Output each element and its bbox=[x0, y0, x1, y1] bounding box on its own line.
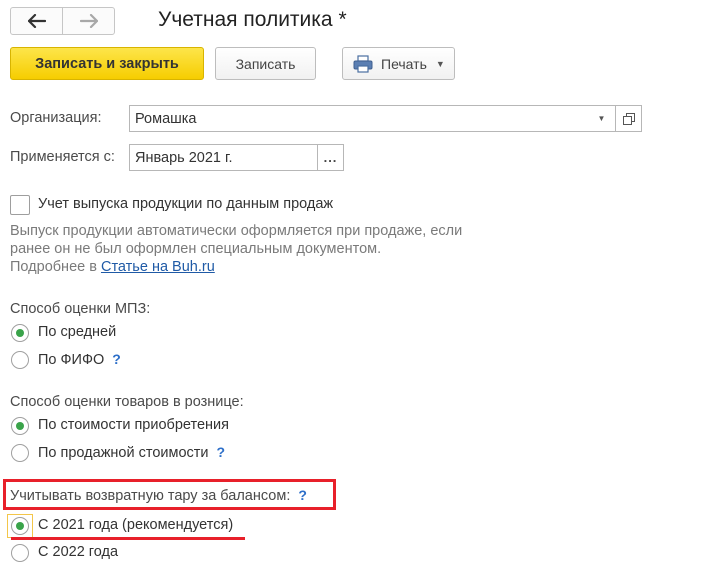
organization-open-button[interactable] bbox=[615, 105, 642, 132]
production-output-note-line2: ранее он не был оформлен специальным док… bbox=[10, 241, 382, 257]
annotation-underline bbox=[11, 537, 245, 540]
more-prefix: Подробнее в bbox=[10, 259, 101, 275]
production-output-note-more: Подробнее в Статье на Buh.ru bbox=[10, 259, 215, 275]
print-button-label: Печать bbox=[381, 55, 427, 72]
print-button[interactable]: Печать ▼ bbox=[342, 47, 455, 80]
inventory-valuation-label: Способ оценки МПЗ: bbox=[10, 301, 151, 317]
radio-fifo[interactable] bbox=[11, 351, 29, 369]
help-icon[interactable]: ? bbox=[112, 351, 121, 367]
radio-sale-price-label[interactable]: По продажной стоимости bbox=[38, 445, 209, 461]
radio-purchase-cost[interactable] bbox=[11, 417, 29, 435]
printer-icon bbox=[353, 54, 373, 73]
production-output-label[interactable]: Учет выпуска продукции по данным продаж bbox=[38, 196, 333, 212]
organization-input[interactable]: Ромашка bbox=[129, 105, 589, 132]
radio-from-2021[interactable] bbox=[11, 517, 29, 535]
applies-from-label: Применяется с: bbox=[10, 149, 115, 165]
history-nav bbox=[10, 7, 115, 35]
radio-purchase-cost-label[interactable]: По стоимости приобретения bbox=[38, 417, 229, 433]
chevron-down-icon: ▼ bbox=[597, 114, 606, 123]
returnable-packaging-label: Учитывать возвратную тару за балансом: bbox=[10, 488, 291, 504]
production-output-checkbox[interactable] bbox=[10, 195, 30, 215]
production-output-note-line1: Выпуск продукции автоматически оформляет… bbox=[10, 223, 463, 239]
chevron-down-icon: ▼ bbox=[435, 58, 445, 69]
help-icon[interactable]: ? bbox=[217, 444, 226, 460]
radio-fifo-row: По ФИФО? bbox=[38, 351, 121, 368]
save-button[interactable]: Записать bbox=[215, 47, 316, 80]
forward-button[interactable] bbox=[62, 8, 114, 34]
radio-average-label[interactable]: По средней bbox=[38, 324, 116, 340]
help-icon[interactable]: ? bbox=[298, 487, 307, 503]
back-button[interactable] bbox=[11, 8, 62, 34]
radio-from-2022-label[interactable]: С 2022 года bbox=[38, 544, 118, 560]
organization-label: Организация: bbox=[10, 110, 102, 126]
radio-from-2021-label[interactable]: С 2021 года (рекомендуется) bbox=[38, 517, 233, 533]
radio-fifo-label[interactable]: По ФИФО bbox=[38, 352, 104, 368]
radio-sale-price-row: По продажной стоимости? bbox=[38, 444, 225, 461]
arrow-left-icon bbox=[27, 14, 46, 28]
applies-from-select-button[interactable]: ... bbox=[317, 144, 344, 171]
organization-dropdown-button[interactable]: ▼ bbox=[588, 105, 616, 132]
retail-valuation-label: Способ оценки товаров в рознице: bbox=[10, 394, 244, 410]
returnable-packaging-row: Учитывать возвратную тару за балансом:? bbox=[10, 487, 307, 504]
save-and-close-button[interactable]: Записать и закрыть bbox=[10, 47, 204, 80]
open-window-icon bbox=[622, 112, 635, 125]
radio-from-2022[interactable] bbox=[11, 544, 29, 562]
arrow-right-icon bbox=[79, 14, 98, 28]
radio-sale-price[interactable] bbox=[11, 444, 29, 462]
applies-from-input[interactable]: Январь 2021 г. bbox=[129, 144, 318, 171]
radio-average[interactable] bbox=[11, 324, 29, 342]
page-title: Учетная политика * bbox=[158, 8, 347, 31]
buh-article-link[interactable]: Статье на Buh.ru bbox=[101, 259, 215, 275]
